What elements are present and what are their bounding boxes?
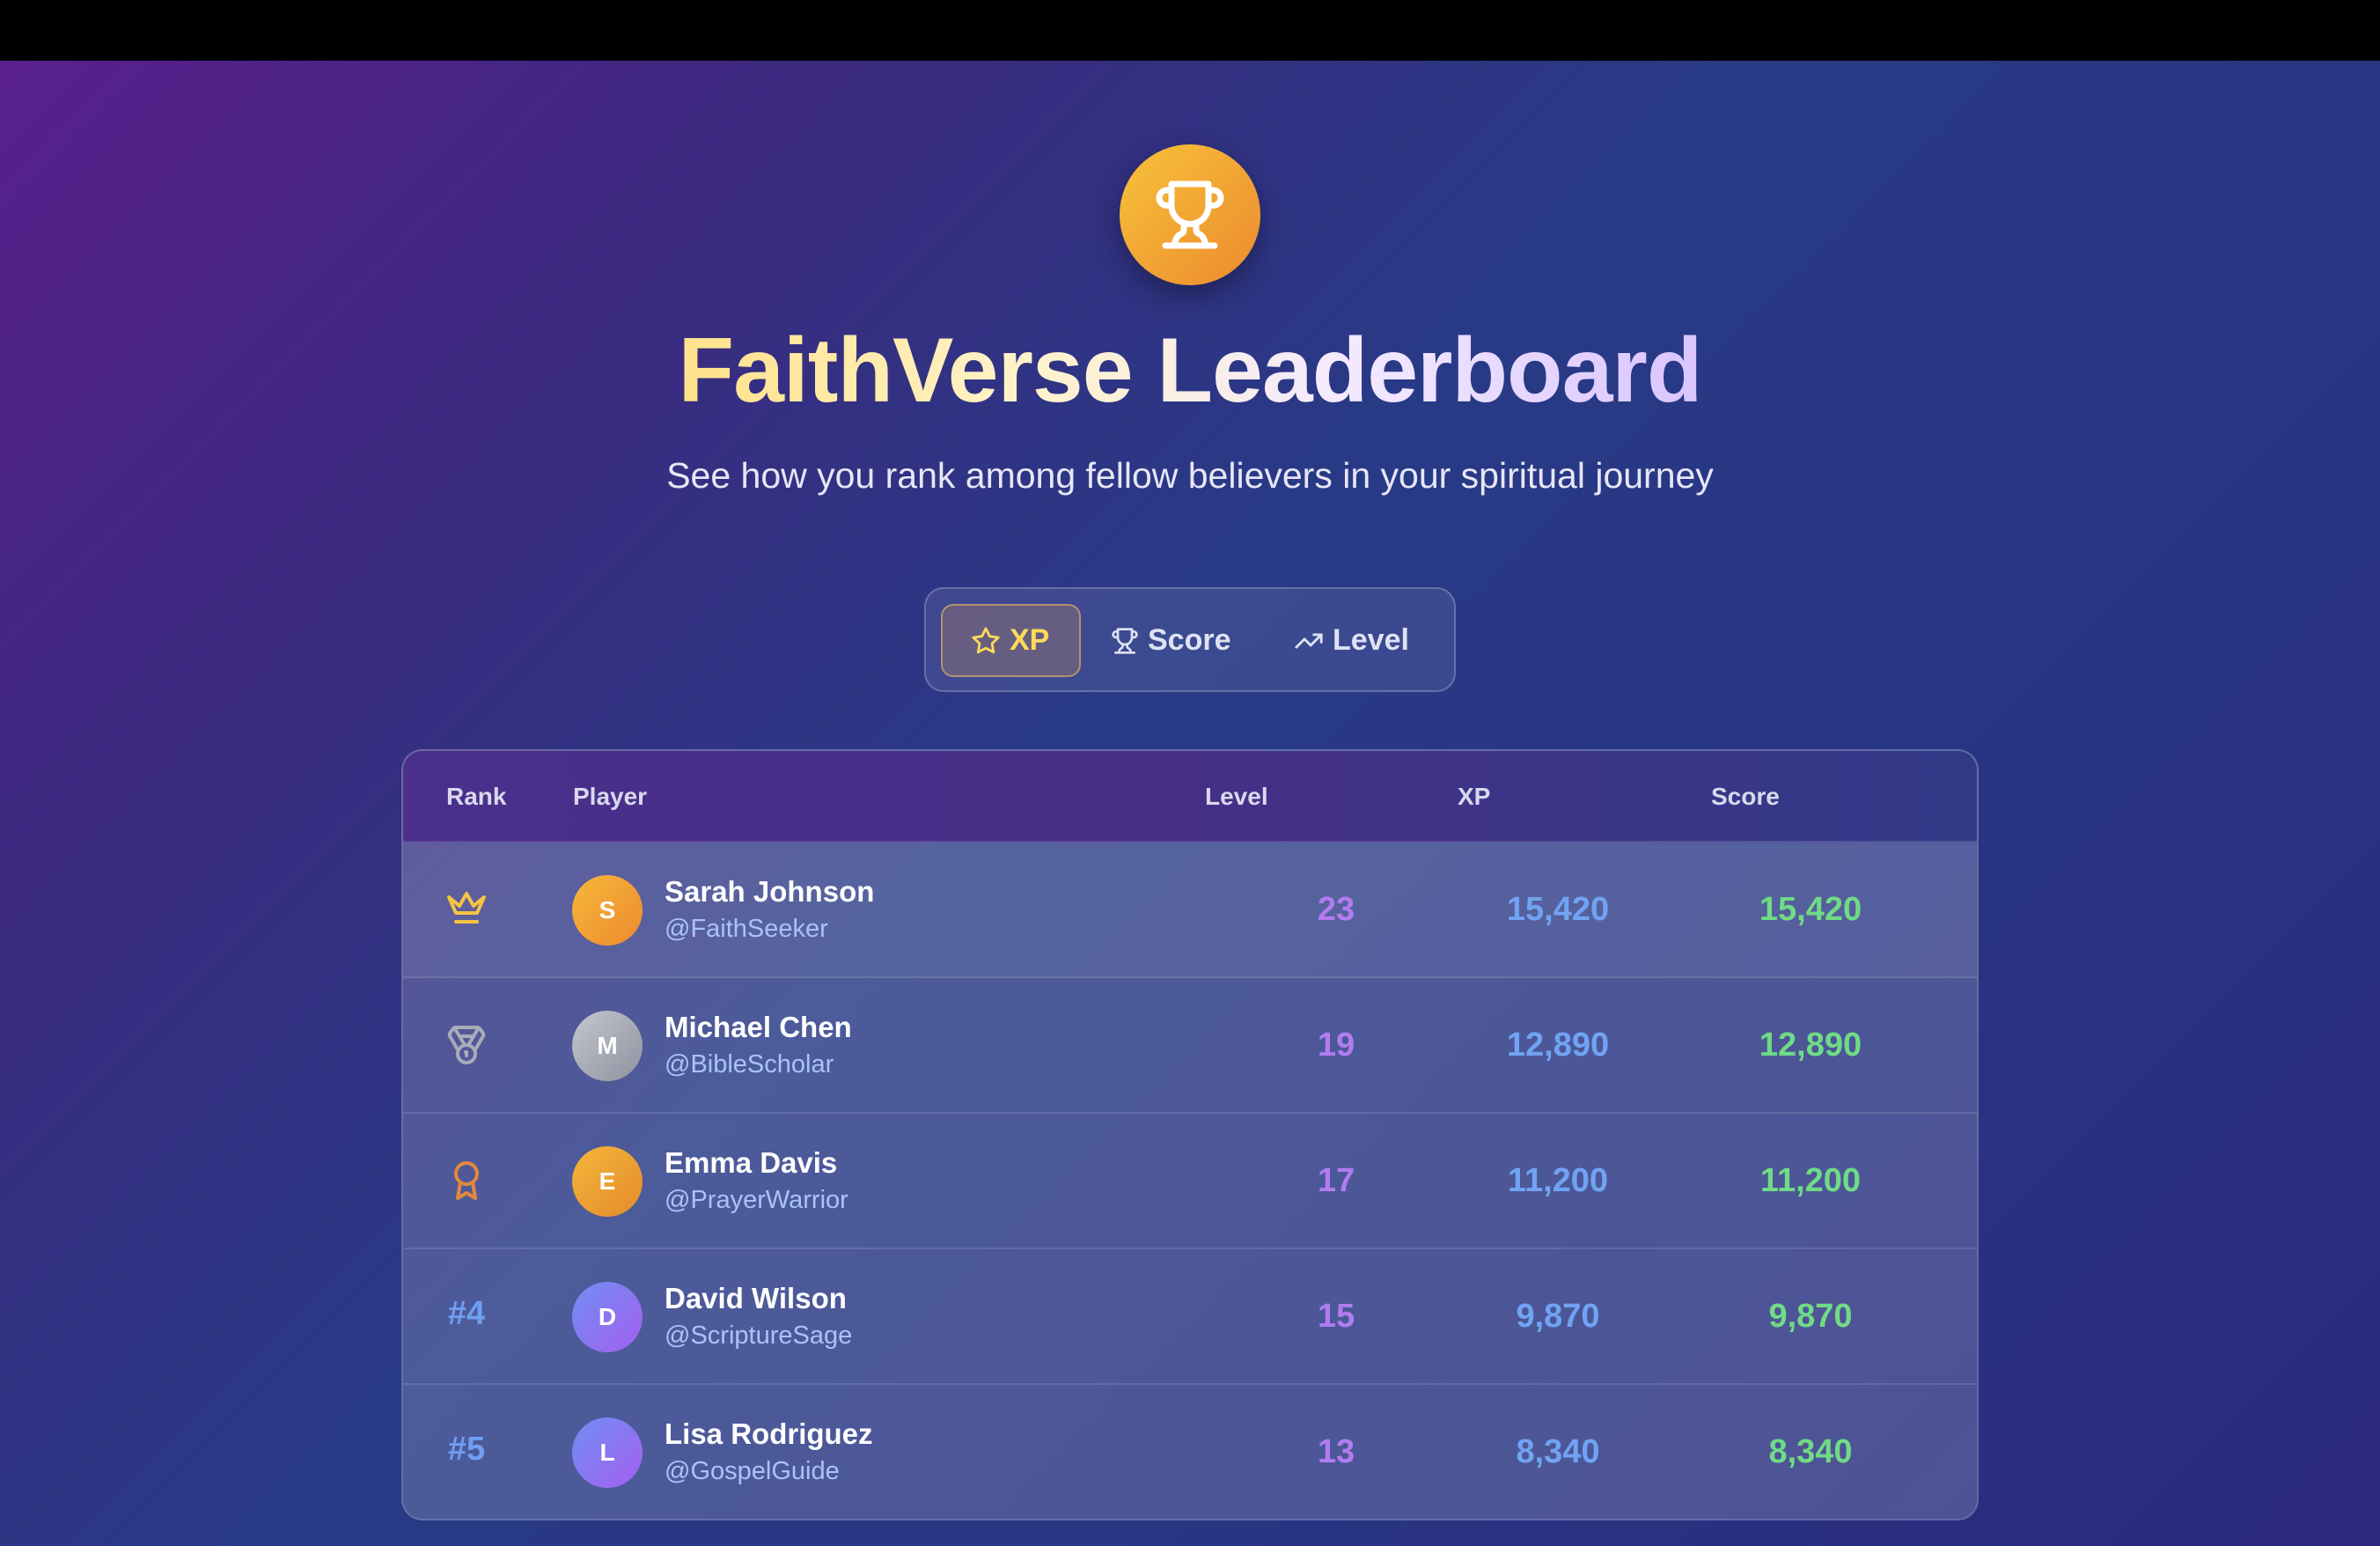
column-header-rank: Rank (446, 783, 507, 810)
player-handle: @ScriptureSage (665, 1321, 853, 1350)
trending-up-icon (1295, 633, 1323, 648)
player-level: 17 (1317, 1162, 1355, 1199)
page-subtitle: See how you rank among fellow believers … (666, 455, 1714, 496)
player-level: 19 (1317, 1027, 1355, 1064)
medal-icon (438, 1017, 495, 1073)
star-icon (972, 626, 1000, 653)
sort-tabs: XP Score Level (924, 587, 1456, 692)
player-name: David Wilson (665, 1282, 847, 1314)
tab-level[interactable]: Level (1294, 604, 1435, 677)
avatar: D (572, 1282, 643, 1352)
column-header-level: Level (1205, 783, 1268, 810)
player-score: 15,420 (1759, 891, 1862, 928)
tab-level-label: Level (1333, 623, 1409, 657)
table-header: Rank Player Level XP Score (403, 751, 1977, 843)
table-row[interactable]: M Michael Chen @BibleScholar 19 12,890 1… (403, 978, 1977, 1114)
player-score: 8,340 (1768, 1433, 1853, 1470)
avatar: L (572, 1417, 643, 1488)
player-name: Emma Davis (665, 1146, 838, 1179)
trophy-icon (1156, 180, 1224, 249)
player-handle: @PrayerWarrior (665, 1186, 848, 1214)
player-xp: 9,870 (1516, 1298, 1600, 1335)
tab-xp-label: XP (1010, 623, 1050, 657)
avatar: M (572, 1011, 643, 1081)
tab-score-label: Score (1148, 623, 1231, 657)
rank-number: #4 (447, 1295, 486, 1332)
player-xp: 12,890 (1506, 1027, 1610, 1064)
award-icon (438, 1152, 495, 1209)
player-handle: @GospelGuide (665, 1457, 840, 1485)
player-level: 23 (1317, 891, 1355, 928)
avatar: S (572, 875, 643, 946)
column-header-score: Score (1711, 783, 1780, 810)
player-handle: @FaithSeeker (665, 915, 828, 943)
tab-xp[interactable]: XP (941, 604, 1081, 677)
table-row[interactable]: #4 D David Wilson @ScriptureSage 15 9,87… (403, 1249, 1977, 1385)
table-row[interactable]: E Emma Davis @PrayerWarrior 17 11,200 11… (403, 1114, 1977, 1249)
player-xp: 8,340 (1516, 1433, 1600, 1470)
player-level: 13 (1317, 1433, 1355, 1470)
player-score: 12,890 (1759, 1027, 1862, 1064)
player-xp: 11,200 (1507, 1162, 1609, 1199)
top-black-bar (0, 0, 2380, 61)
trophy-icon (1112, 627, 1138, 654)
table-row[interactable]: S Sarah Johnson @FaithSeeker 23 15,420 1… (403, 843, 1977, 978)
player-name: Michael Chen (665, 1011, 852, 1043)
player-score: 9,870 (1768, 1298, 1853, 1335)
tab-score[interactable]: Score (1111, 604, 1260, 677)
rank-number: #5 (447, 1431, 486, 1468)
crown-icon (438, 881, 495, 938)
avatar: E (572, 1146, 643, 1217)
player-xp: 15,420 (1506, 891, 1610, 928)
page-title: FaithVerse Leaderboard (678, 320, 1703, 422)
leaderboard-table: Rank Player Level XP Score S Sarah Johns… (401, 749, 1979, 1520)
column-header-xp: XP (1458, 783, 1491, 810)
player-level: 15 (1317, 1298, 1355, 1335)
player-handle: @BibleScholar (665, 1050, 834, 1079)
player-name: Lisa Rodriguez (665, 1417, 873, 1450)
leaderboard-page: FaithVerse Leaderboard See how you rank … (0, 61, 2380, 1546)
trophy-badge (1120, 144, 1260, 285)
player-name: Sarah Johnson (665, 875, 875, 908)
table-row[interactable]: #5 L Lisa Rodriguez @GospelGuide 13 8,34… (403, 1385, 1977, 1519)
player-score: 11,200 (1759, 1162, 1862, 1199)
column-header-player: Player (573, 783, 648, 810)
